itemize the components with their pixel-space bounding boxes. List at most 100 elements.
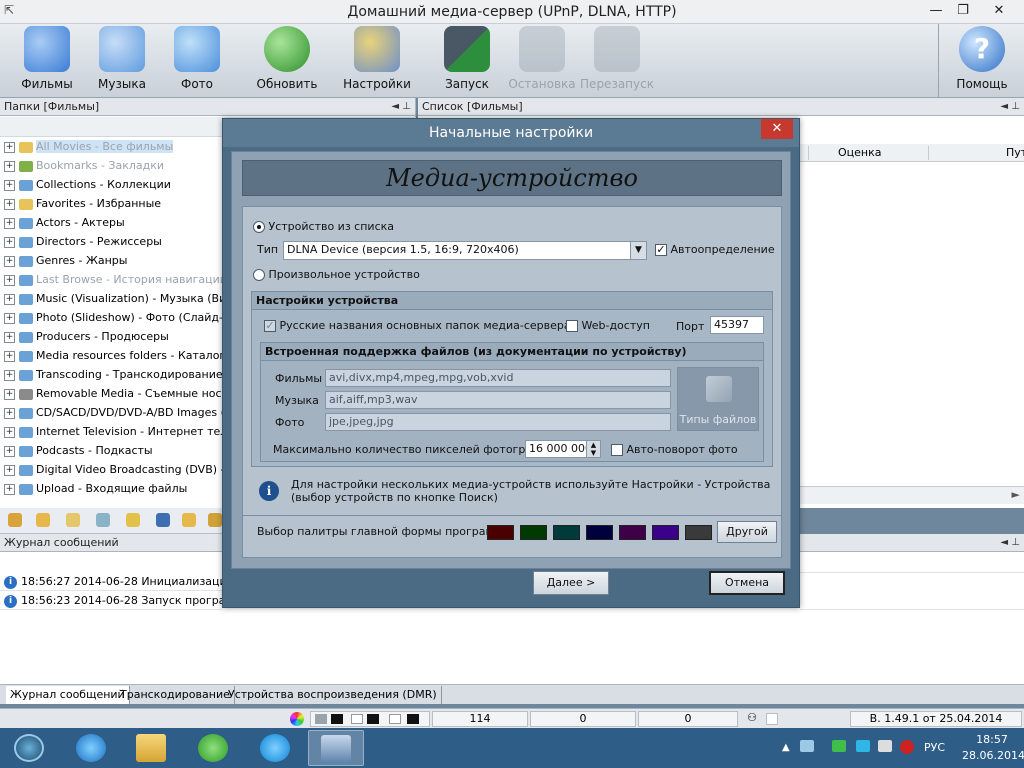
toolbar-restart-button[interactable]: Перезапуск — [579, 26, 655, 96]
palette-swatch-5[interactable] — [652, 525, 679, 540]
web-access-checkbox[interactable]: Web-доступ — [566, 319, 650, 332]
expand-icon[interactable]: + — [4, 426, 15, 438]
expand-icon[interactable]: + — [4, 293, 15, 305]
radio-custom-device[interactable]: Произвольное устройство — [253, 268, 420, 281]
radio-device-from-list[interactable]: Устройство из списка — [253, 220, 394, 233]
panel-pin-icon[interactable]: ◄ ⊥ — [1000, 534, 1020, 551]
taskbar-ie[interactable] — [64, 730, 120, 766]
toolbar-settings-button[interactable]: Настройки — [339, 26, 415, 96]
toolbar-start-button[interactable]: Запуск — [429, 26, 505, 96]
toolbar-movies-button[interactable]: Фильмы — [9, 26, 85, 96]
expand-icon[interactable]: + — [4, 483, 15, 495]
tab-message-log[interactable]: Журнал сообщений — [6, 686, 130, 704]
toolbar-help-button[interactable]: ? Помощь — [944, 26, 1020, 96]
other-palette-button[interactable]: Другой — [717, 521, 777, 543]
tray-display-icon[interactable] — [856, 740, 870, 752]
expand-icon[interactable]: + — [4, 445, 15, 457]
expand-icon[interactable]: + — [4, 350, 15, 362]
spin-arrows-icon[interactable]: ▲ ▼ — [586, 441, 600, 457]
taskbar-media-server[interactable] — [308, 730, 364, 766]
close-button[interactable]: ✕ — [976, 0, 1022, 22]
expand-icon[interactable]: + — [4, 312, 15, 324]
input-language[interactable]: РУС — [924, 741, 945, 754]
panel-pin-icon[interactable]: ◄ ⊥ — [1000, 98, 1020, 115]
expand-icon[interactable]: + — [4, 464, 15, 476]
column-rating[interactable]: Оценка — [838, 146, 882, 159]
russian-names-checkbox[interactable]: ✓ Русские названия основных папок медиа-… — [264, 319, 571, 332]
toolbar-photo-button[interactable]: Фото — [159, 26, 235, 96]
toolbar-music-button[interactable]: Музыка — [84, 26, 160, 96]
cancel-button[interactable]: Отмена — [709, 571, 785, 595]
tray-network-share-icon[interactable] — [800, 740, 814, 752]
color-swatches[interactable] — [310, 711, 430, 727]
clock-time[interactable]: 18:57 — [962, 733, 1022, 746]
folder-tag-icon[interactable] — [126, 513, 140, 527]
expand-icon[interactable]: + — [4, 236, 15, 248]
status-checkbox[interactable] — [766, 713, 778, 725]
expand-icon[interactable]: + — [4, 217, 15, 229]
expand-icon[interactable]: + — [4, 141, 15, 153]
expand-icon[interactable]: + — [4, 331, 15, 343]
device-type-select[interactable]: DLNA Device (версия 1.5, 16:9, 720x406) … — [283, 241, 647, 260]
taskbar-utorrent[interactable] — [186, 730, 242, 766]
swatch-grey — [315, 714, 327, 724]
key-icon[interactable] — [208, 513, 222, 527]
add-folder-icon[interactable] — [36, 513, 50, 527]
user-icon[interactable]: ⚇ — [742, 711, 762, 727]
movies-extensions-field[interactable]: avi,divx,mp4,mpeg,mpg,vob,xvid — [325, 369, 671, 387]
clock-date[interactable]: 28.06.2014 — [962, 749, 1024, 762]
palette-swatch-4[interactable] — [619, 525, 646, 540]
photo-extensions-field[interactable]: jpe,jpeg,jpg — [325, 413, 671, 431]
minimize-button[interactable]: — — [922, 0, 950, 22]
palette-swatch-0[interactable] — [487, 525, 514, 540]
palette-swatch-3[interactable] — [586, 525, 613, 540]
palette-icon[interactable] — [290, 712, 304, 726]
toolbar-refresh-button[interactable]: Обновить — [249, 26, 325, 96]
tab-playback-devices[interactable]: Устройства воспроизведения (DMR) — [224, 686, 442, 704]
auto-rotate-checkbox[interactable]: Авто-поворот фото — [611, 443, 738, 456]
expand-icon[interactable]: + — [4, 407, 15, 419]
column-path[interactable]: Пут — [1006, 146, 1024, 159]
max-pixels-stepper[interactable]: 16 000 000 ▲ ▼ — [525, 440, 601, 458]
restart-icon — [594, 26, 640, 72]
palette-swatch-1[interactable] — [520, 525, 547, 540]
weather-icon[interactable] — [66, 513, 80, 527]
expand-icon[interactable]: + — [4, 369, 15, 381]
file-types-button[interactable]: Типы файлов — [677, 367, 759, 431]
palette-swatch-2[interactable] — [553, 525, 580, 540]
expand-icon[interactable]: + — [4, 179, 15, 191]
network-icon[interactable] — [878, 740, 892, 752]
palette-swatches — [487, 525, 715, 541]
grid-icon[interactable] — [96, 513, 110, 527]
start-button[interactable] — [2, 730, 58, 766]
edit-icon[interactable] — [8, 513, 22, 527]
chevron-down-icon[interactable]: ▼ — [630, 242, 646, 259]
tab-transcoding[interactable]: Транскодирование — [116, 686, 235, 704]
scroll-right-icon[interactable]: ► — [1012, 488, 1020, 501]
save-icon[interactable] — [156, 513, 170, 527]
taskbar-skype[interactable] — [248, 730, 304, 766]
log-row[interactable]: i18:56:27 2014-06-28 Инициализации ш — [0, 572, 222, 591]
expand-icon[interactable]: + — [4, 255, 15, 267]
folders-panel-header: Папки [Фильмы] ◄ ⊥ — [0, 98, 415, 116]
autodetect-checkbox[interactable]: ✓ Автоопределение — [655, 243, 775, 256]
log-row[interactable]: i18:56:23 2014-06-28 Запуск программы — [0, 591, 222, 610]
next-button[interactable]: Далее > — [533, 571, 609, 595]
panel-pin-icon[interactable]: ◄ ⊥ — [391, 98, 411, 115]
port-label: Порт — [676, 320, 705, 333]
palette-swatch-6[interactable] — [685, 525, 712, 540]
dialog-close-button[interactable]: ✕ — [761, 119, 793, 139]
show-hidden-icons[interactable]: ▲ — [782, 742, 790, 753]
expand-icon[interactable]: + — [4, 388, 15, 400]
taskbar-explorer[interactable] — [124, 730, 180, 766]
music-extensions-field[interactable]: aif,aiff,mp3,wav — [325, 391, 671, 409]
toolbar-stop-button[interactable]: Остановка — [504, 26, 580, 96]
expand-icon[interactable]: + — [4, 274, 15, 286]
tray-app-icon[interactable] — [832, 740, 846, 752]
folder-open-icon[interactable] — [182, 513, 196, 527]
expand-icon[interactable]: + — [4, 198, 15, 210]
volume-icon[interactable] — [900, 740, 914, 754]
expand-icon[interactable]: + — [4, 160, 15, 172]
restore-button[interactable]: ❐ — [950, 0, 976, 22]
port-input[interactable]: 45397 — [710, 316, 764, 334]
